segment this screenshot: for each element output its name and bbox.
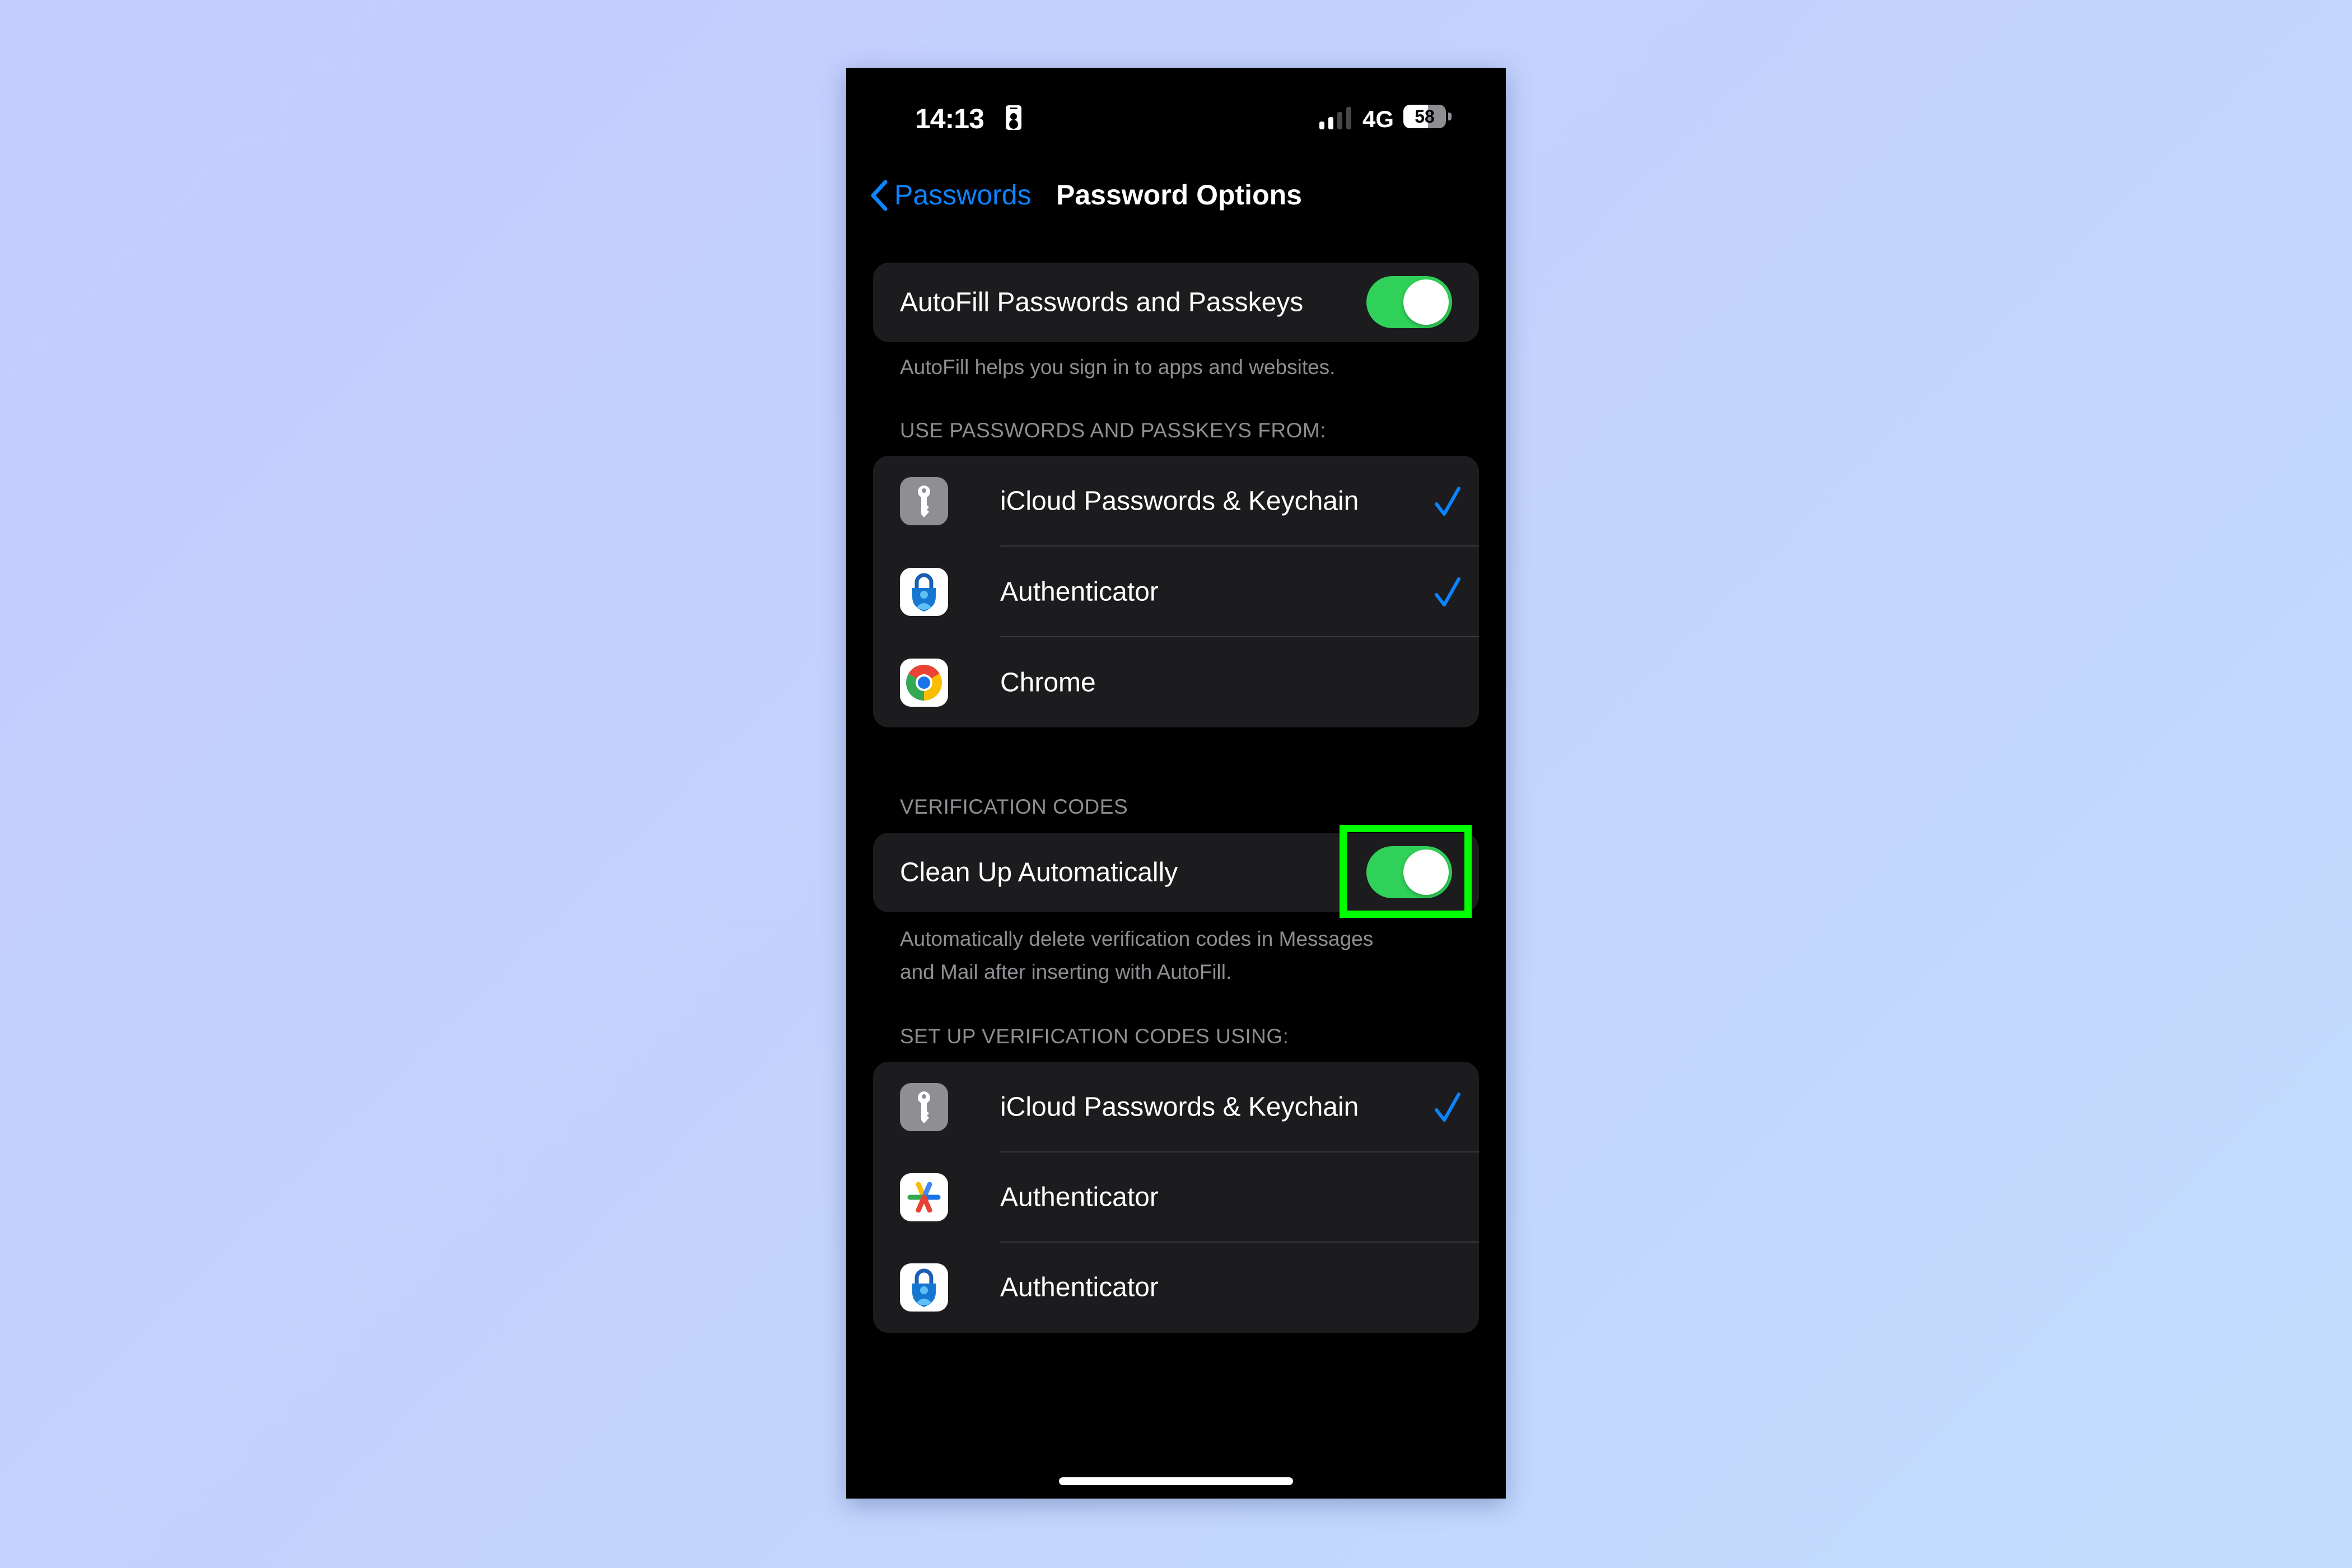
highlight-box [1340, 825, 1472, 918]
source-row-icloud[interactable]: iCloud Passwords & Keychain [873, 456, 1479, 547]
toggle-knob [1403, 279, 1449, 325]
microsoft-authenticator-icon [900, 1263, 948, 1312]
back-chevron-icon[interactable] [869, 179, 891, 212]
setup-label: Authenticator [1000, 1272, 1159, 1303]
back-button[interactable]: Passwords [894, 179, 1032, 211]
autofill-label: AutoFill Passwords and Passkeys [900, 287, 1304, 318]
verification-footer-line2: and Mail after inserting with AutoFill. [900, 960, 1232, 983]
autofill-toggle[interactable] [1366, 276, 1452, 328]
source-label: Chrome [1000, 668, 1096, 698]
phone-screen: 14:13 4G 58 Passwords Password Options A… [846, 68, 1506, 1499]
checkmark-icon [1435, 1093, 1460, 1122]
verification-footer: Automatically delete verification codes … [900, 922, 1460, 988]
setup-list: iCloud Passwords & Keychain Authenticato… [873, 1062, 1479, 1333]
setup-row-icloud[interactable]: iCloud Passwords & Keychain [873, 1062, 1479, 1152]
setup-label: iCloud Passwords & Keychain [1000, 1092, 1359, 1122]
source-label: iCloud Passwords & Keychain [1000, 486, 1359, 516]
setup-row-microsoft-authenticator[interactable]: Authenticator [873, 1242, 1479, 1333]
source-row-chrome[interactable]: Chrome [873, 637, 1479, 728]
google-authenticator-icon [900, 1173, 948, 1221]
cellular-signal-icon [1319, 106, 1353, 129]
verification-footer-line1: Automatically delete verification codes … [900, 927, 1374, 950]
checkmark-icon [1435, 577, 1460, 606]
source-row-authenticator[interactable]: Authenticator [873, 547, 1479, 637]
battery-cap [1448, 113, 1452, 120]
source-label: Authenticator [1000, 577, 1159, 607]
microsoft-authenticator-icon [900, 568, 948, 616]
chrome-icon [900, 659, 948, 707]
key-icon [900, 477, 948, 525]
home-indicator[interactable] [1059, 1477, 1293, 1485]
page-title: Password Options [1056, 179, 1302, 211]
battery-percent: 58 [1415, 106, 1435, 127]
setup-label: Authenticator [1000, 1182, 1159, 1212]
clean-up-label: Clean Up Automatically [900, 857, 1178, 888]
sources-list: iCloud Passwords & Keychain Authenticato… [873, 456, 1479, 727]
autofill-footer: AutoFill helps you sign in to apps and w… [900, 356, 1336, 379]
checkmark-icon [1435, 487, 1460, 516]
sources-header: USE PASSWORDS AND PASSKEYS FROM: [900, 419, 1326, 442]
setup-row-google-authenticator[interactable]: Authenticator [873, 1152, 1479, 1243]
network-type: 4G [1362, 106, 1394, 132]
status-time: 14:13 [915, 103, 984, 134]
setup-header: SET UP VERIFICATION CODES USING: [900, 1025, 1289, 1048]
battery-icon: 58 [1403, 105, 1446, 128]
key-icon [900, 1083, 948, 1131]
contact-card-icon [1006, 105, 1021, 130]
autofill-card: AutoFill Passwords and Passkeys [873, 263, 1479, 342]
verification-header: VERIFICATION CODES [900, 795, 1128, 818]
